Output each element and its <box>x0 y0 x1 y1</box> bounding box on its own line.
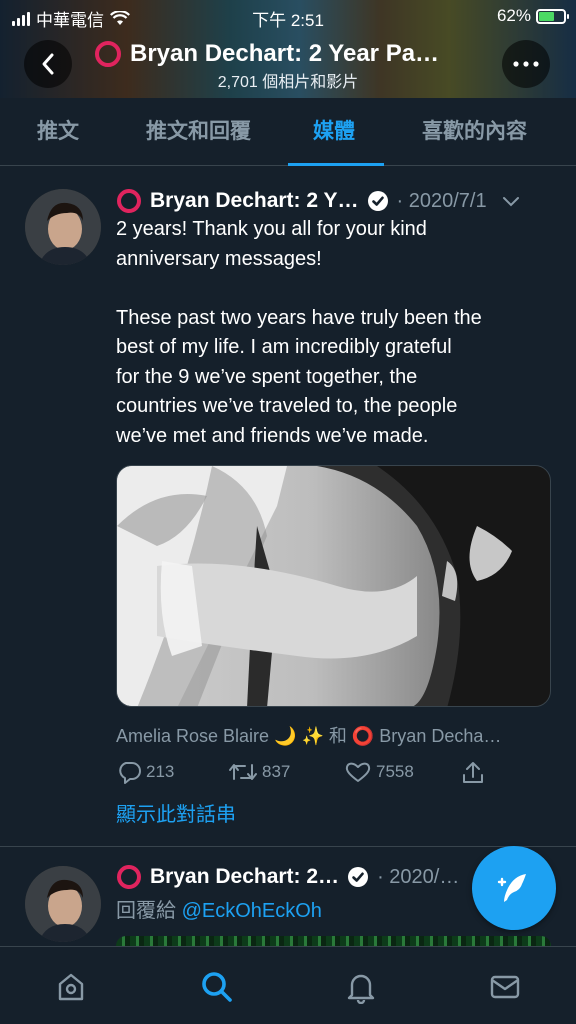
profile-header: 中華電信 下午 2:51 62% Bryan Dechart: 2 Year P… <box>0 0 576 98</box>
nav-home[interactable] <box>51 967 91 1007</box>
notifications-icon <box>347 974 375 1004</box>
share-icon <box>463 762 483 783</box>
tweet-text-line: best of my life. I am incredibly gratefu… <box>116 336 452 358</box>
tweet-text-line: countries we’ve traveled to, the people <box>116 395 458 417</box>
tweet-text-line: 2 years! Thank you all for your kind <box>116 218 427 240</box>
tweet-header: Bryan Dechart: 2 Y… · 2020/7/1 <box>116 188 521 214</box>
tweet-text-line <box>116 274 556 304</box>
tab-likes[interactable]: 喜歡的內容 <box>422 98 527 166</box>
like-count: 7558 <box>376 762 414 781</box>
bottom-nav <box>0 946 576 1024</box>
retweet-icon <box>229 764 257 780</box>
more-button[interactable] <box>502 40 550 88</box>
page-title-text: Bryan Dechart: 2 Year Pa… <box>130 40 440 67</box>
show-thread-link[interactable]: 顯示此對話串 <box>116 798 236 827</box>
nav-search[interactable] <box>197 967 237 1007</box>
reply-prefix: 回覆給 <box>116 900 176 922</box>
tweet-text-line: anniversary messages! <box>116 247 322 270</box>
tab-media[interactable]: 媒體 <box>313 98 355 166</box>
tweet-photo[interactable] <box>116 465 551 707</box>
chevron-down-icon[interactable] <box>501 194 521 208</box>
reply-to-link[interactable]: @EckOhEckOh <box>182 900 322 922</box>
retweet-count: 837 <box>262 762 291 781</box>
tab-tweets[interactable]: 推文 <box>37 98 79 166</box>
battery-status: 62% <box>496 6 569 26</box>
reply-count: 213 <box>146 762 175 781</box>
profile-tabs: 推文 推文和回覆 媒體 喜歡的內容 <box>0 98 576 166</box>
heart-icon <box>345 762 371 782</box>
media-count: 2,701 個相片和影片 <box>217 74 359 91</box>
tweet-text-line: we’ve met and friends we’ve made. <box>116 424 429 447</box>
avatar[interactable] <box>25 866 101 942</box>
tab-tweets-and-replies[interactable]: 推文和回覆 <box>146 98 251 166</box>
home-icon <box>58 973 84 1001</box>
verified-badge-icon <box>367 191 388 211</box>
active-tab-indicator <box>288 163 384 166</box>
retweet-button[interactable]: 837 <box>228 760 290 784</box>
nav-notifications[interactable] <box>341 967 381 1007</box>
verified-badge-icon <box>348 867 369 887</box>
compose-feather-icon <box>497 874 526 902</box>
red-circle-icon <box>117 865 141 889</box>
tweet-text: 2 years! Thank you all for your kind ann… <box>116 215 556 451</box>
nav-messages[interactable] <box>485 967 525 1007</box>
author-name[interactable]: Bryan Dechart: 2… <box>150 865 339 889</box>
tweet-date: · 2020/… <box>377 865 460 888</box>
like-button[interactable]: 7558 <box>344 760 414 784</box>
red-circle-icon <box>95 41 121 67</box>
tagged-users[interactable]: Amelia Rose Blaire 🌙 ✨ 和 ⭕ Bryan Decha… <box>116 722 556 748</box>
avatar[interactable] <box>25 189 101 265</box>
clock: 下午 2:51 <box>252 11 324 30</box>
tweet-date: · 2020/7/1 <box>396 189 487 212</box>
reply-icon <box>119 762 141 784</box>
tweet-text-line: These past two years have truly been the <box>116 306 482 329</box>
tweet-text-line: for the 9 we’ve spent together, the <box>116 365 418 388</box>
status-bar: 中華電信 下午 2:51 62% <box>0 0 576 32</box>
compose-tweet-button[interactable] <box>472 846 556 930</box>
tweet-actions: 213 837 7558 <box>116 760 556 788</box>
battery-percent: 62% <box>496 6 531 25</box>
share-button[interactable] <box>460 760 486 786</box>
author-name[interactable]: Bryan Dechart: 2 Y… <box>150 189 359 213</box>
red-circle-icon <box>117 189 141 213</box>
page-title: Bryan Dechart: 2 Year Pa… <box>94 40 494 68</box>
messages-icon <box>490 975 520 999</box>
battery-icon <box>536 8 569 24</box>
more-icon <box>513 61 539 67</box>
tweet-header: Bryan Dechart: 2… · 2020/… <box>116 864 459 890</box>
reply-button[interactable]: 213 <box>116 760 174 784</box>
reply-context: 回覆給 @EckOhEckOh <box>116 894 322 923</box>
search-icon <box>202 972 232 1002</box>
